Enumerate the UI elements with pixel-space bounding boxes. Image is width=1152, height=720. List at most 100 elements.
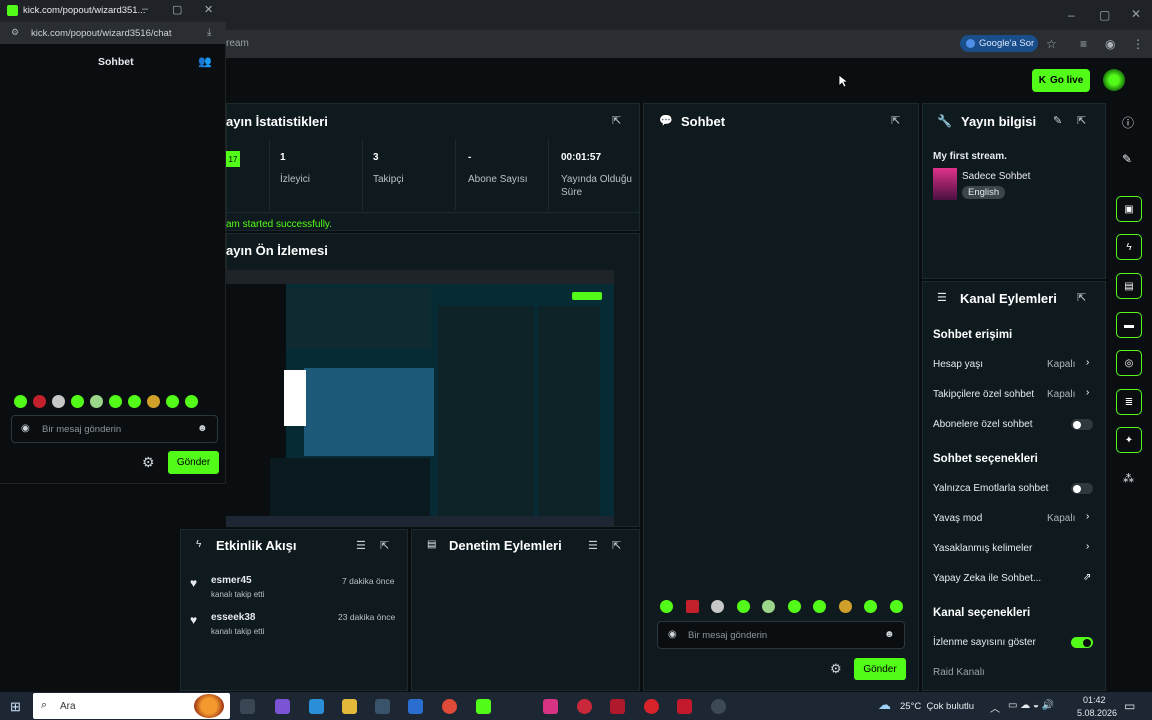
- info-icon[interactable]: ⓘ: [1122, 114, 1134, 131]
- emote-icon[interactable]: [864, 600, 877, 613]
- minimize-icon[interactable]: –: [142, 3, 148, 15]
- stream-preview[interactable]: [226, 270, 614, 526]
- emote-icon[interactable]: [185, 395, 198, 408]
- emote-icon[interactable]: [166, 395, 179, 408]
- gear-icon[interactable]: ⚙: [830, 661, 842, 677]
- broadcast-icon[interactable]: ◎: [1116, 350, 1142, 376]
- expand-icon[interactable]: ⇱: [1077, 114, 1086, 127]
- follower-label: Takipçi: [373, 174, 404, 185]
- expand-icon[interactable]: ⇱: [612, 114, 621, 127]
- wrench-icon: 🔧: [937, 114, 952, 128]
- close-icon[interactable]: ✕: [1131, 7, 1141, 21]
- chat-icon[interactable]: ▬: [1116, 312, 1142, 338]
- emote-icon[interactable]: [839, 600, 852, 613]
- external-link-icon[interactable]: ⇗: [1083, 572, 1091, 583]
- subscribers-only-toggle[interactable]: [1071, 419, 1093, 430]
- users-icon[interactable]: 👥: [198, 55, 212, 68]
- show-viewcount-toggle[interactable]: [1071, 637, 1093, 648]
- windows-start-icon[interactable]: ⊞: [10, 699, 21, 715]
- apps-icon[interactable]: ⁂: [1123, 472, 1134, 485]
- heart-icon: ♥: [190, 576, 198, 590]
- folder-icon[interactable]: [342, 699, 357, 714]
- emote-icon[interactable]: [711, 600, 724, 613]
- emote-icon[interactable]: [71, 395, 84, 408]
- expand-icon[interactable]: ⇱: [1077, 291, 1086, 304]
- emote-icon[interactable]: [660, 600, 673, 613]
- app-icon[interactable]: [610, 699, 625, 714]
- app-icon[interactable]: [275, 699, 290, 714]
- emote-icon[interactable]: [128, 395, 141, 408]
- emote-icon[interactable]: [52, 395, 65, 408]
- emote-icon[interactable]: [737, 600, 750, 613]
- whatsapp-icon[interactable]: [476, 699, 491, 714]
- app-icon[interactable]: [577, 699, 592, 714]
- chevron-right-icon[interactable]: ›: [1086, 511, 1089, 522]
- maximize-icon[interactable]: ▢: [172, 3, 182, 16]
- notification-icon[interactable]: ▭: [1124, 699, 1135, 713]
- emote-icon[interactable]: [762, 600, 775, 613]
- emote-icon[interactable]: [813, 600, 826, 613]
- store-icon[interactable]: [375, 699, 390, 714]
- activity-user[interactable]: esseek38: [211, 612, 256, 623]
- avatar[interactable]: [1103, 69, 1125, 91]
- chevron-right-icon[interactable]: ›: [1086, 357, 1089, 368]
- emote-icon[interactable]: [90, 395, 103, 408]
- site-settings-icon[interactable]: ⚙: [11, 27, 19, 38]
- divider: [455, 140, 456, 210]
- popup-message-input[interactable]: Bir mesaj gönderin: [11, 415, 218, 443]
- emoji-icon[interactable]: ☻: [197, 423, 208, 434]
- chevron-right-icon[interactable]: ›: [1086, 541, 1089, 552]
- clock-time: 01:42: [1083, 695, 1106, 705]
- emote-icon[interactable]: [890, 600, 903, 613]
- emote-only-toggle[interactable]: [1071, 483, 1093, 494]
- edge-icon[interactable]: [309, 699, 324, 714]
- expand-icon[interactable]: ⇱: [380, 539, 389, 552]
- expand-icon[interactable]: ⇱: [891, 114, 900, 127]
- filter-icon[interactable]: ☰: [588, 539, 598, 552]
- filter-icon[interactable]: ☰: [356, 539, 366, 552]
- chevron-up-icon[interactable]: ︿: [990, 700, 1000, 715]
- instagram-icon[interactable]: [543, 699, 558, 714]
- google-ask-button[interactable]: Google'a Sor: [960, 35, 1038, 52]
- emote-icon[interactable]: [788, 600, 801, 613]
- star-icon[interactable]: ☆: [1046, 37, 1057, 51]
- moderation-title: Denetim Eylemleri: [449, 538, 562, 553]
- app-icon[interactable]: [711, 699, 726, 714]
- emote-icon[interactable]: [33, 395, 46, 408]
- app-icon[interactable]: [644, 699, 659, 714]
- task-view-icon[interactable]: [240, 699, 255, 714]
- emote-icon[interactable]: [147, 395, 160, 408]
- emoji-icon[interactable]: ☻: [884, 629, 895, 640]
- chrome-icon[interactable]: [442, 699, 457, 714]
- popup-send-button[interactable]: Gönder: [168, 451, 219, 474]
- category-thumbnail: [933, 168, 957, 200]
- media-icon[interactable]: ≡: [1080, 37, 1087, 51]
- lightning-icon[interactable]: ϟ: [1116, 234, 1142, 260]
- wrench-icon[interactable]: ✦: [1116, 427, 1142, 453]
- document-icon[interactable]: ▤: [1116, 273, 1142, 299]
- ai-chat-label: Yapay Zeka ile Sohbet...: [933, 573, 1042, 584]
- activity-user[interactable]: esmer45: [211, 575, 252, 586]
- close-icon[interactable]: ✕: [204, 3, 213, 16]
- app-icon[interactable]: [677, 699, 692, 714]
- emote-icon[interactable]: [686, 600, 699, 613]
- go-live-button[interactable]: K Go live: [1032, 69, 1090, 92]
- chat-message-input[interactable]: Bir mesaj gönderin: [657, 621, 905, 649]
- chevron-right-icon[interactable]: ›: [1086, 387, 1089, 398]
- profile-icon[interactable]: ◉: [1105, 37, 1115, 51]
- download-icon[interactable]: ⤓: [207, 27, 211, 38]
- gear-icon[interactable]: ⚙: [142, 454, 155, 471]
- emote-icon[interactable]: [14, 395, 27, 408]
- pencil-icon[interactable]: ✎: [1122, 152, 1132, 166]
- maximize-icon[interactable]: ▢: [1099, 8, 1110, 22]
- scan-icon[interactable]: ▣: [1116, 196, 1142, 222]
- tray-icons[interactable]: ▭ ☁ ◒ 🔊: [1008, 700, 1054, 711]
- expand-icon[interactable]: ⇱: [612, 539, 621, 552]
- menu-dots-icon[interactable]: ⋮: [1132, 37, 1144, 51]
- emote-icon[interactable]: [109, 395, 122, 408]
- send-button[interactable]: Gönder: [854, 658, 906, 680]
- edit-icon[interactable]: ✎: [1053, 114, 1062, 127]
- stack-icon[interactable]: ≣: [1116, 389, 1142, 415]
- minimize-icon[interactable]: –: [1068, 8, 1075, 22]
- app-icon[interactable]: [408, 699, 423, 714]
